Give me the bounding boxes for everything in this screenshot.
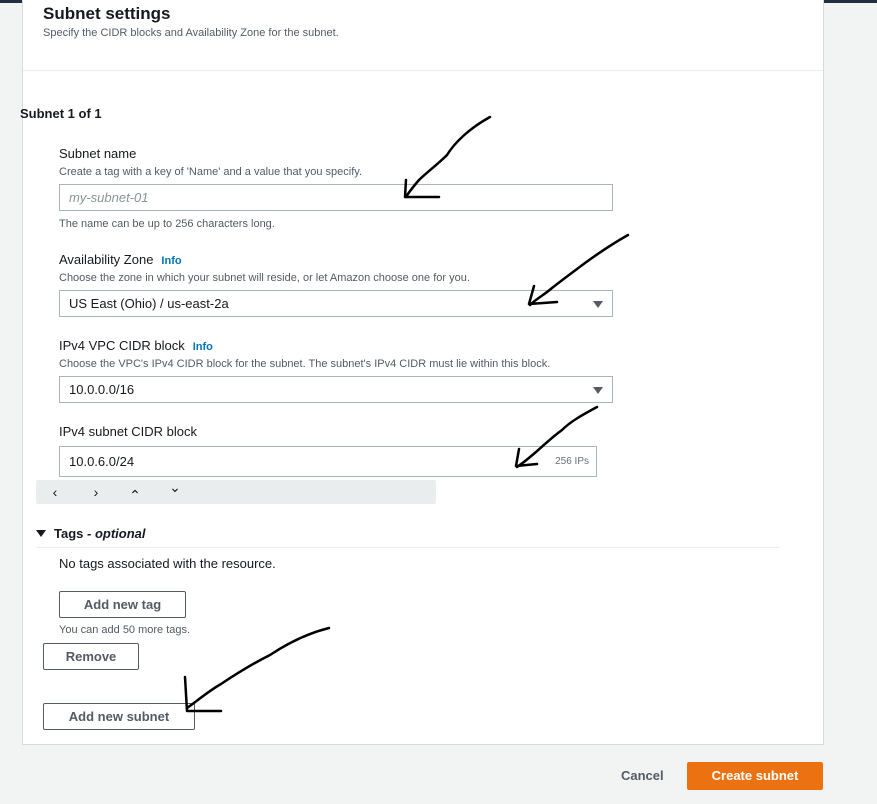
- tags-expander[interactable]: Tags - optional: [36, 526, 780, 548]
- caret-down-icon: [36, 530, 46, 537]
- panel-title: Subnet settings: [43, 4, 171, 23]
- cancel-button[interactable]: Cancel: [621, 768, 664, 783]
- chevron-down-icon[interactable]: ⌄: [164, 476, 186, 498]
- vpc-cidr-info-link[interactable]: Info: [193, 341, 213, 353]
- subnet-name-description: Create a tag with a key of 'Name' and a …: [59, 166, 362, 178]
- tags-title: Tags: [54, 526, 84, 541]
- no-tags-text: No tags associated with the resource.: [59, 556, 276, 571]
- add-new-subnet-button[interactable]: Add new subnet: [43, 703, 195, 730]
- az-description: Choose the zone in which your subnet wil…: [59, 272, 470, 284]
- subnet-name-constraint: The name can be up to 256 characters lon…: [59, 218, 275, 230]
- chevron-left-icon[interactable]: ‹: [44, 481, 66, 503]
- panel-description: Specify the CIDR blocks and Availability…: [43, 27, 339, 39]
- remove-subnet-button[interactable]: Remove: [43, 643, 139, 670]
- caret-down-icon: [593, 387, 603, 394]
- create-subnet-button[interactable]: Create subnet: [687, 762, 823, 790]
- ip-count-suffix: 256 IPs: [555, 456, 589, 467]
- panel-header: Subnet settings Specify the CIDR blocks …: [23, 0, 823, 71]
- az-label: Availability Zone: [59, 252, 154, 267]
- tags-optional-label: - optional: [87, 526, 146, 541]
- cidr-stepper: ‹ › ⌃ ⌄: [36, 479, 436, 506]
- chevron-up-icon[interactable]: ⌃: [124, 484, 146, 506]
- az-info-link[interactable]: Info: [161, 255, 181, 267]
- subnet-cidr-label: IPv4 subnet CIDR block: [59, 424, 198, 439]
- add-new-tag-button[interactable]: Add new tag: [59, 591, 186, 618]
- az-label-row: Availability Zone Info: [59, 252, 182, 267]
- az-select-value: US East (Ohio) / us-east-2a: [69, 296, 229, 311]
- subnet-cidr-input[interactable]: 10.0.6.0/24 256 IPs: [59, 446, 597, 477]
- subnet-count-heading: Subnet 1 of 1: [20, 106, 102, 121]
- az-select[interactable]: US East (Ohio) / us-east-2a: [59, 290, 613, 317]
- subnet-name-label: Subnet name: [59, 146, 137, 161]
- vpc-cidr-label: IPv4 VPC CIDR block: [59, 338, 185, 353]
- vpc-cidr-select[interactable]: 10.0.0.0/16: [59, 376, 613, 403]
- vpc-cidr-description: Choose the VPC's IPv4 CIDR block for the…: [59, 358, 551, 370]
- vpc-cidr-select-value: 10.0.0.0/16: [69, 382, 135, 397]
- caret-down-icon: [593, 301, 603, 308]
- vpc-cidr-label-row: IPv4 VPC CIDR block Info: [59, 338, 213, 353]
- subnet-name-input[interactable]: my-subnet-01: [59, 184, 613, 211]
- chevron-right-icon[interactable]: ›: [85, 481, 107, 503]
- tag-limit-text: You can add 50 more tags.: [59, 624, 191, 636]
- subnet-cidr-value: 10.0.6.0/24: [69, 454, 135, 469]
